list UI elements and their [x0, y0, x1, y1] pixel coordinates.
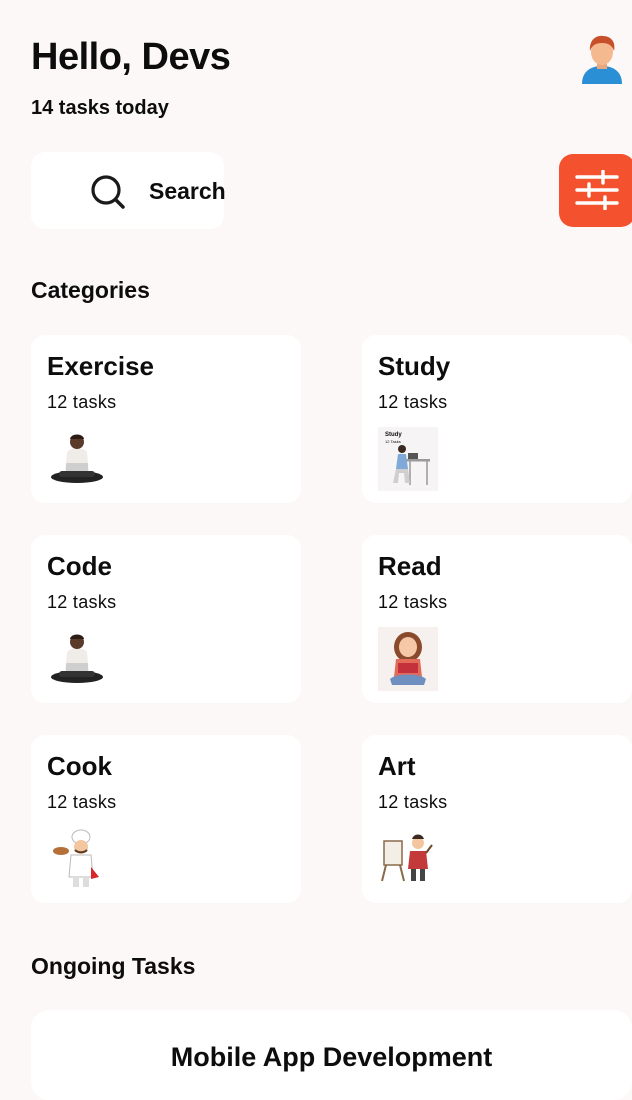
category-card-read[interactable]: Read 12 tasks	[362, 535, 632, 703]
study-thumb-sub: 12 Tasks	[385, 439, 401, 444]
category-task-count: 12 tasks	[47, 592, 117, 612]
search-icon	[89, 173, 127, 211]
category-task-count: 12 tasks	[378, 392, 448, 412]
category-card-study[interactable]: Study 12 tasks Study 12 Tasks	[362, 335, 632, 503]
category-name: Cook	[47, 751, 112, 781]
ongoing-tasks-heading: Ongoing Tasks	[31, 953, 196, 979]
category-name: Study	[378, 351, 451, 381]
greeting-title: Hello, Devs	[31, 36, 231, 78]
girl-reading-illustration	[378, 627, 438, 691]
categories-heading: Categories	[31, 277, 150, 303]
study-thumb-title: Study	[385, 432, 402, 438]
category-name: Exercise	[47, 351, 154, 381]
filter-button[interactable]	[559, 154, 632, 227]
category-card-code[interactable]: Code 12 tasks	[31, 535, 301, 703]
painter-easel-illustration	[378, 827, 438, 891]
category-task-count: 12 tasks	[378, 792, 448, 812]
person-with-laptop-illustration	[47, 427, 107, 491]
category-task-count: 12 tasks	[47, 392, 117, 412]
sliders-icon	[575, 170, 619, 210]
ongoing-task-title: Mobile App Development	[170, 1042, 493, 1072]
category-name: Code	[47, 551, 112, 581]
category-card-art[interactable]: Art 12 tasks	[362, 735, 632, 903]
search-bar[interactable]: Search	[31, 152, 226, 229]
person-at-desk-illustration: Study 12 Tasks	[378, 427, 438, 491]
category-name: Art	[378, 751, 416, 781]
person-with-laptop-illustration	[47, 627, 107, 691]
ongoing-task-card[interactable]: Mobile App Development	[31, 1010, 632, 1100]
category-name: Read	[378, 551, 442, 581]
category-task-count: 12 tasks	[378, 592, 448, 612]
search-label: Search	[149, 178, 226, 204]
category-task-count: 12 tasks	[47, 792, 117, 812]
category-card-exercise[interactable]: Exercise 12 tasks	[31, 335, 301, 503]
chef-illustration	[47, 827, 107, 891]
tasks-today-subtitle: 14 tasks today	[31, 97, 169, 119]
category-card-cook[interactable]: Cook 12 tasks	[31, 735, 301, 903]
user-avatar-icon[interactable]	[576, 32, 628, 84]
